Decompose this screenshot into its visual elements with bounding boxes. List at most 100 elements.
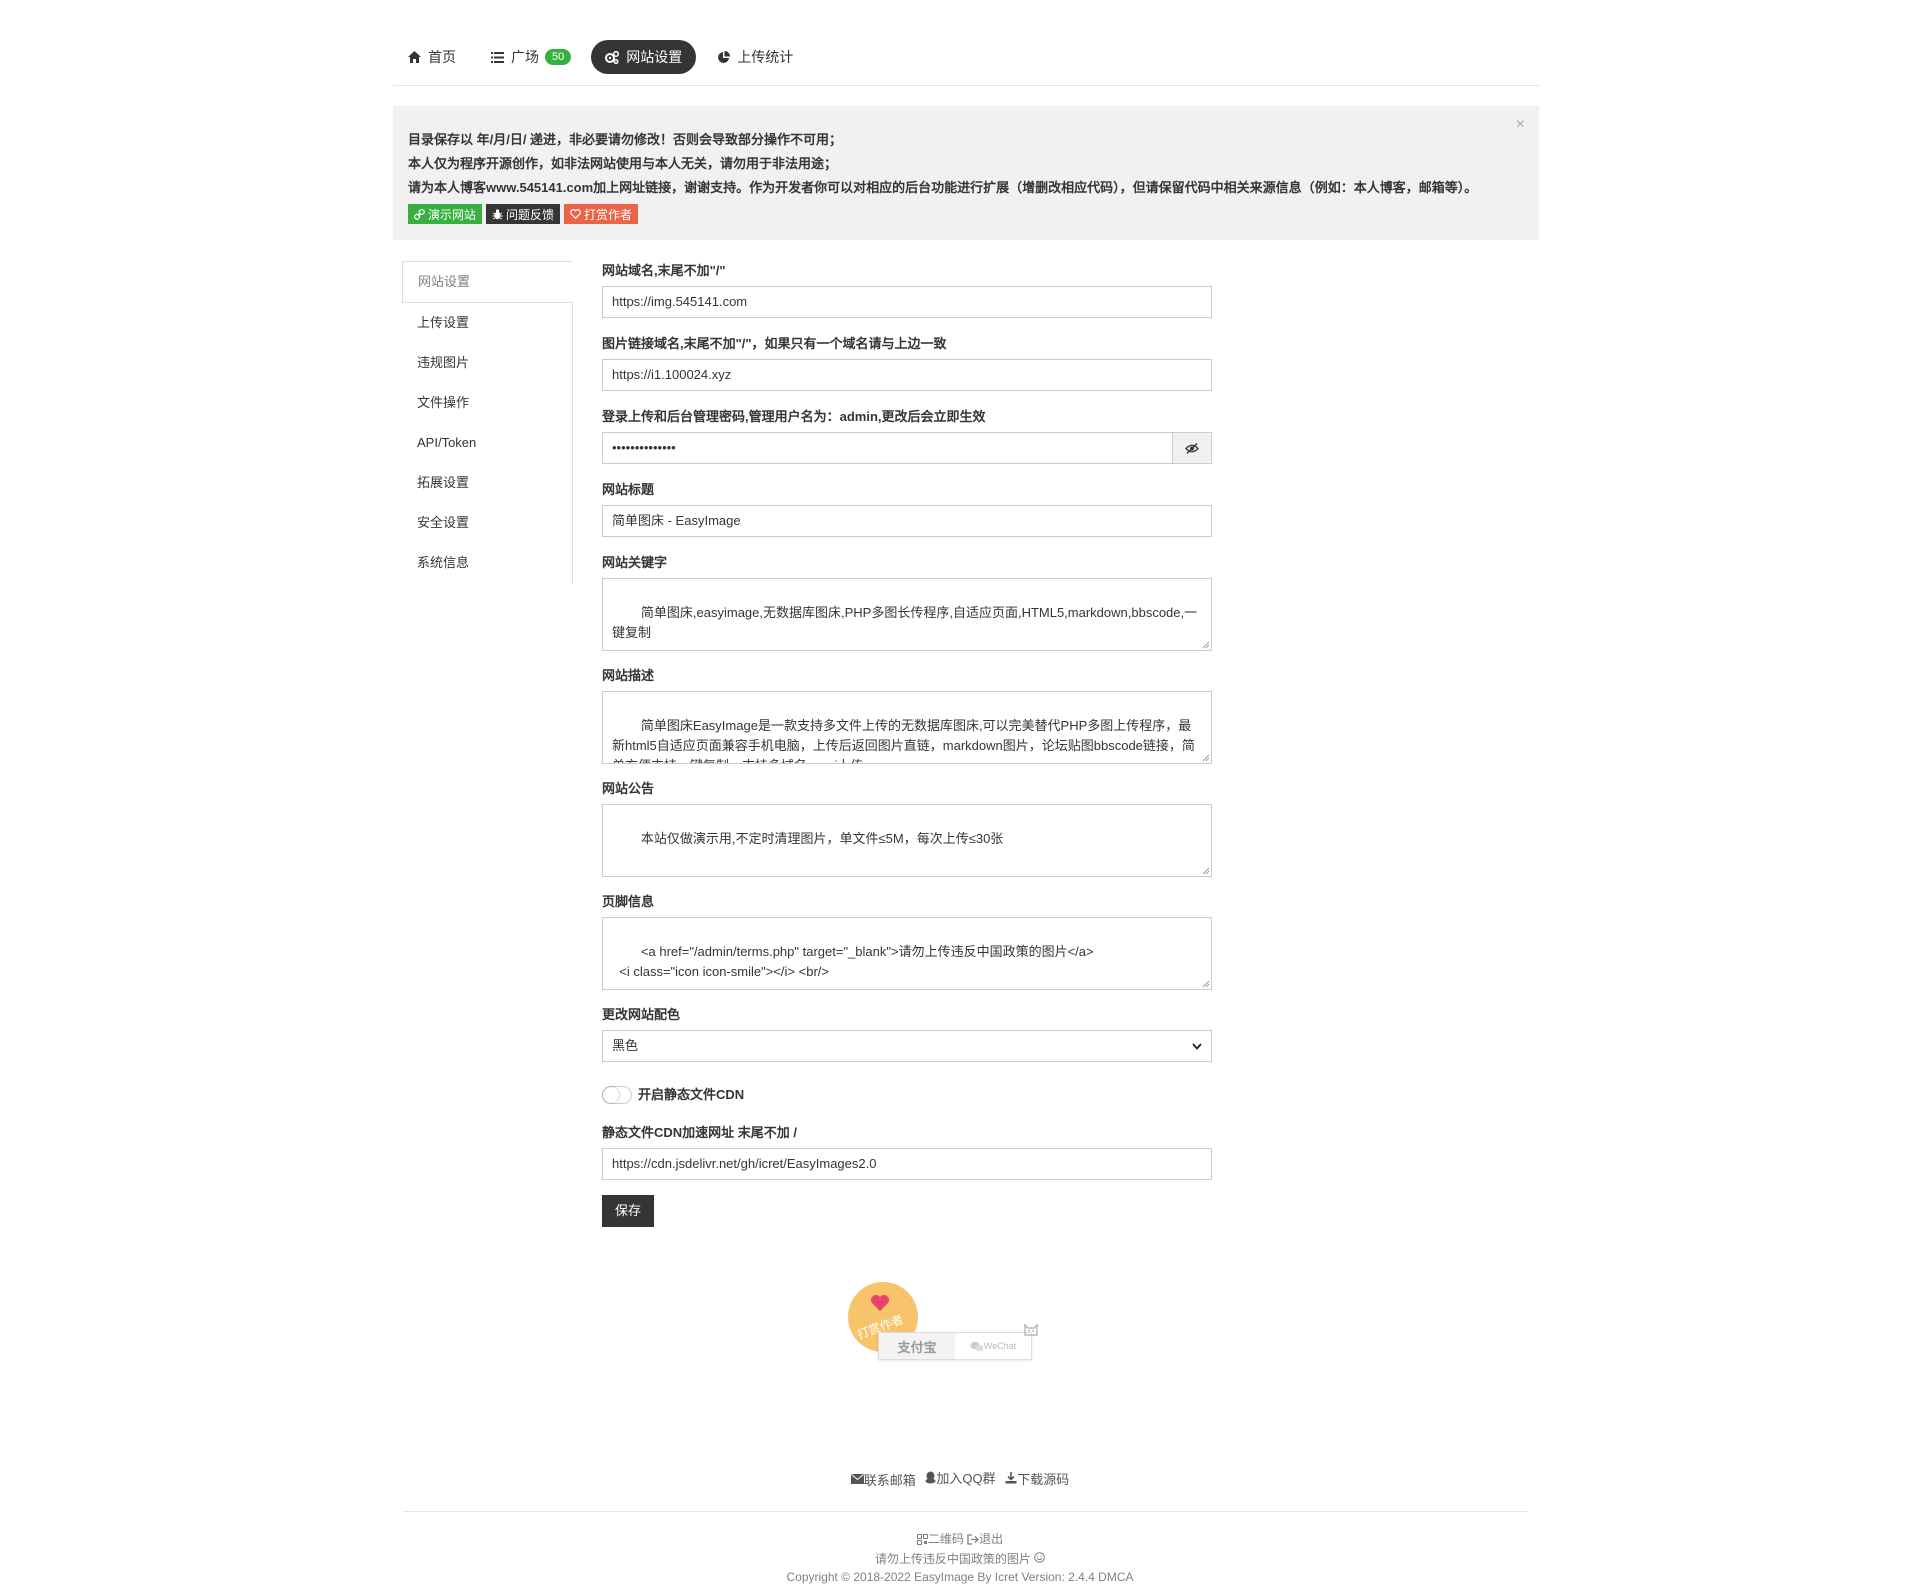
alert-buttons: 演示网站 问题反馈 打赏作者 [408, 204, 639, 224]
sidebar-item-system-info[interactable]: 系统信息 [402, 543, 572, 583]
donate-author-button[interactable]: 打赏作者 [564, 204, 639, 224]
notice-textarea[interactable]: 本站仅做演示用,不定时清理图片，单文件≤5M，每次上传≤30张 [602, 804, 1212, 877]
footer-info-textarea[interactable]: <a href="/admin/terms.php" target="_blan… [602, 917, 1212, 990]
feedback-button[interactable]: 问题反馈 [486, 204, 561, 224]
domain-input[interactable]: https://img.545141.com [602, 286, 1212, 318]
nav-site-settings[interactable]: 网站设置 [591, 40, 697, 74]
wechat-tab[interactable]: WeChat [955, 1333, 1031, 1359]
cdn-url-label: 静态文件CDN加速网址 末尾不加 / [602, 1125, 798, 1140]
page-footer: 二维码 退出 请勿上传违反中国政策的图片 Copyright © 2018-20… [0, 1530, 1920, 1586]
keywords-text: 简单图床,easyimage,无数据库图床,PHP多图长传程序,自适应页面,HT… [612, 605, 1198, 640]
wechat-label: WeChat [983, 1341, 1017, 1351]
qrcode-label: 二维码 [927, 1532, 964, 1546]
donate-author-label: 打赏作者 [584, 207, 633, 222]
password-group: 登录上传和后台管理密码,管理用户名为：admin,更改后会立即生效 ••••••… [602, 408, 1212, 464]
contact-mail-link[interactable]: 联系邮箱 [850, 1470, 916, 1489]
cdn-url-group: 静态文件CDN加速网址 末尾不加 / https://cdn.jsdelivr.… [602, 1124, 1212, 1180]
sidebar-item-security-settings[interactable]: 安全设置 [402, 503, 572, 543]
nav-home[interactable]: 首页 [393, 40, 470, 74]
close-icon[interactable]: × [1516, 116, 1525, 134]
image-domain-group: 图片链接域名,末尾不加"/"，如果只有一个域名请与上边一致 https://i1… [602, 335, 1212, 391]
description-label: 网站描述 [602, 668, 655, 683]
contact-mail-label: 联系邮箱 [863, 1472, 916, 1488]
alert-line-2: 本人仅为程序开源创作，如非法网站使用与本人无关，请勿用于非法用途； [408, 156, 838, 171]
keywords-textarea[interactable]: 简单图床,easyimage,无数据库图床,PHP多图长传程序,自适应页面,HT… [602, 578, 1212, 651]
theme-label: 更改网站配色 [602, 1007, 681, 1022]
resize-grip-icon[interactable] [1202, 641, 1210, 649]
sidebar-item-violation-images[interactable]: 违规图片 [402, 343, 572, 383]
donate-widget[interactable]: 打赏作者 支付宝 WeChat [842, 1282, 1042, 1362]
alert-line-3: 请为本人博客www.545141.com加上网址链接，谢谢支持。作为开发者你可以… [408, 180, 1478, 195]
chevron-down-icon [1192, 1042, 1202, 1050]
nav-square[interactable]: 广场 50 [476, 40, 585, 74]
alipay-tab[interactable]: 支付宝 [879, 1333, 955, 1359]
bug-icon [492, 208, 503, 219]
notice-group: 网站公告 本站仅做演示用,不定时清理图片，单文件≤5M，每次上传≤30张 [602, 780, 1212, 877]
sidebar-item-site-settings[interactable]: 网站设置 [402, 261, 573, 303]
join-qq-link[interactable]: 加入QQ群 [925, 1468, 996, 1487]
payment-tabs: 支付宝 WeChat [878, 1332, 1032, 1360]
eye-slash-icon [1185, 442, 1199, 454]
toggle-password-button[interactable] [1172, 432, 1212, 464]
footer-links: 联系邮箱 加入QQ群 下载源码 [0, 1468, 1920, 1489]
logout-link[interactable]: 退出 [967, 1530, 1003, 1548]
theme-select[interactable]: 黑色 [602, 1030, 1212, 1062]
nav-site-settings-label: 网站设置 [626, 49, 683, 65]
demo-site-button[interactable]: 演示网站 [408, 204, 483, 224]
list-icon [490, 50, 504, 64]
theme-select-value: 黑色 [612, 1038, 639, 1053]
footer-actions: 二维码 退出 [0, 1530, 1920, 1550]
logout-label: 退出 [979, 1532, 1004, 1546]
demo-site-label: 演示网站 [428, 207, 477, 222]
nav-upload-stats[interactable]: 上传统计 [702, 40, 807, 74]
envelope-icon [850, 1474, 864, 1484]
resize-grip-icon[interactable] [1202, 754, 1210, 762]
theme-group: 更改网站配色 黑色 [602, 1006, 1212, 1062]
cdn-toggle-label: 开启静态文件CDN [638, 1087, 745, 1102]
sidebar-item-extension-settings[interactable]: 拓展设置 [402, 463, 572, 503]
download-icon [1005, 1472, 1017, 1484]
download-source-label: 下载源码 [1017, 1471, 1070, 1487]
image-domain-input[interactable]: https://i1.100024.xyz [602, 359, 1212, 391]
nav-divider [393, 85, 1539, 86]
alert-line-1: 目录保存以 年/月/日/ 递进，非必要请勿修改！否则会导致部分操作不可用； [408, 132, 843, 147]
copyright: Copyright © 2018-2022 EasyImage By Icret… [786, 1569, 1134, 1584]
description-text: 简单图床EasyImage是一款支持多文件上传的无数据库图床,可以完美替代PHP… [612, 718, 1195, 763]
sidebar-item-file-operations[interactable]: 文件操作 [402, 383, 572, 423]
pie-chart-icon [716, 50, 730, 64]
notice-text: 本站仅做演示用,不定时清理图片，单文件≤5M，每次上传≤30张 [640, 831, 1004, 846]
cogs-icon [605, 50, 620, 64]
notice-alert: × 目录保存以 年/月/日/ 递进，非必要请勿修改！否则会导致部分操作不可用； … [393, 106, 1539, 240]
settings-sidebar: 网站设置 上传设置 违规图片 文件操作 API/Token 拓展设置 安全设置 … [402, 261, 573, 583]
keywords-label: 网站关键字 [602, 555, 668, 570]
description-group: 网站描述 简单图床EasyImage是一款支持多文件上传的无数据库图床,可以完美… [602, 667, 1212, 764]
title-input[interactable]: 简单图床 - EasyImage [602, 505, 1212, 537]
top-nav: 首页 广场 50 网站设置 上传统计 [393, 38, 807, 76]
sidebar-item-api-token[interactable]: API/Token [402, 423, 572, 463]
sidebar-item-upload-settings[interactable]: 上传设置 [402, 303, 572, 343]
image-domain-label: 图片链接域名,末尾不加"/"，如果只有一个域名请与上边一致 [602, 336, 947, 351]
qrcode-link[interactable]: 二维码 [916, 1530, 964, 1548]
nav-upload-stats-label: 上传统计 [737, 49, 794, 65]
smile-icon [1034, 1551, 1045, 1563]
domain-label: 网站域名,末尾不加"/" [602, 263, 726, 278]
description-textarea[interactable]: 简单图床EasyImage是一款支持多文件上传的无数据库图床,可以完美替代PHP… [602, 691, 1212, 764]
title-group: 网站标题 简单图床 - EasyImage [602, 481, 1212, 537]
save-button[interactable]: 保存 [602, 1195, 654, 1227]
notice-label: 网站公告 [602, 781, 655, 796]
password-label: 登录上传和后台管理密码,管理用户名为：admin,更改后会立即生效 [602, 409, 986, 424]
alert-text: 目录保存以 年/月/日/ 递进，非必要请勿修改！否则会导致部分操作不可用； 本人… [408, 128, 1477, 200]
terms-link[interactable]: 请勿上传违反中国政策的图片 [875, 1552, 1031, 1566]
cdn-url-input[interactable]: https://cdn.jsdelivr.net/gh/icret/EasyIm… [602, 1148, 1212, 1180]
heart-icon [871, 1295, 889, 1311]
resize-grip-icon[interactable] [1202, 867, 1210, 875]
password-input[interactable]: •••••••••••••• [602, 432, 1173, 464]
footer-info-group: 页脚信息 <a href="/admin/terms.php" target="… [602, 893, 1212, 990]
square-count-badge: 50 [545, 49, 572, 65]
nav-square-label: 广场 [511, 49, 539, 65]
feedback-label: 问题反馈 [506, 207, 555, 222]
download-source-link[interactable]: 下载源码 [1005, 1469, 1069, 1488]
resize-grip-icon[interactable] [1202, 980, 1210, 988]
cdn-toggle-switch[interactable] [602, 1086, 632, 1104]
domain-group: 网站域名,末尾不加"/" https://img.545141.com [602, 262, 1212, 318]
